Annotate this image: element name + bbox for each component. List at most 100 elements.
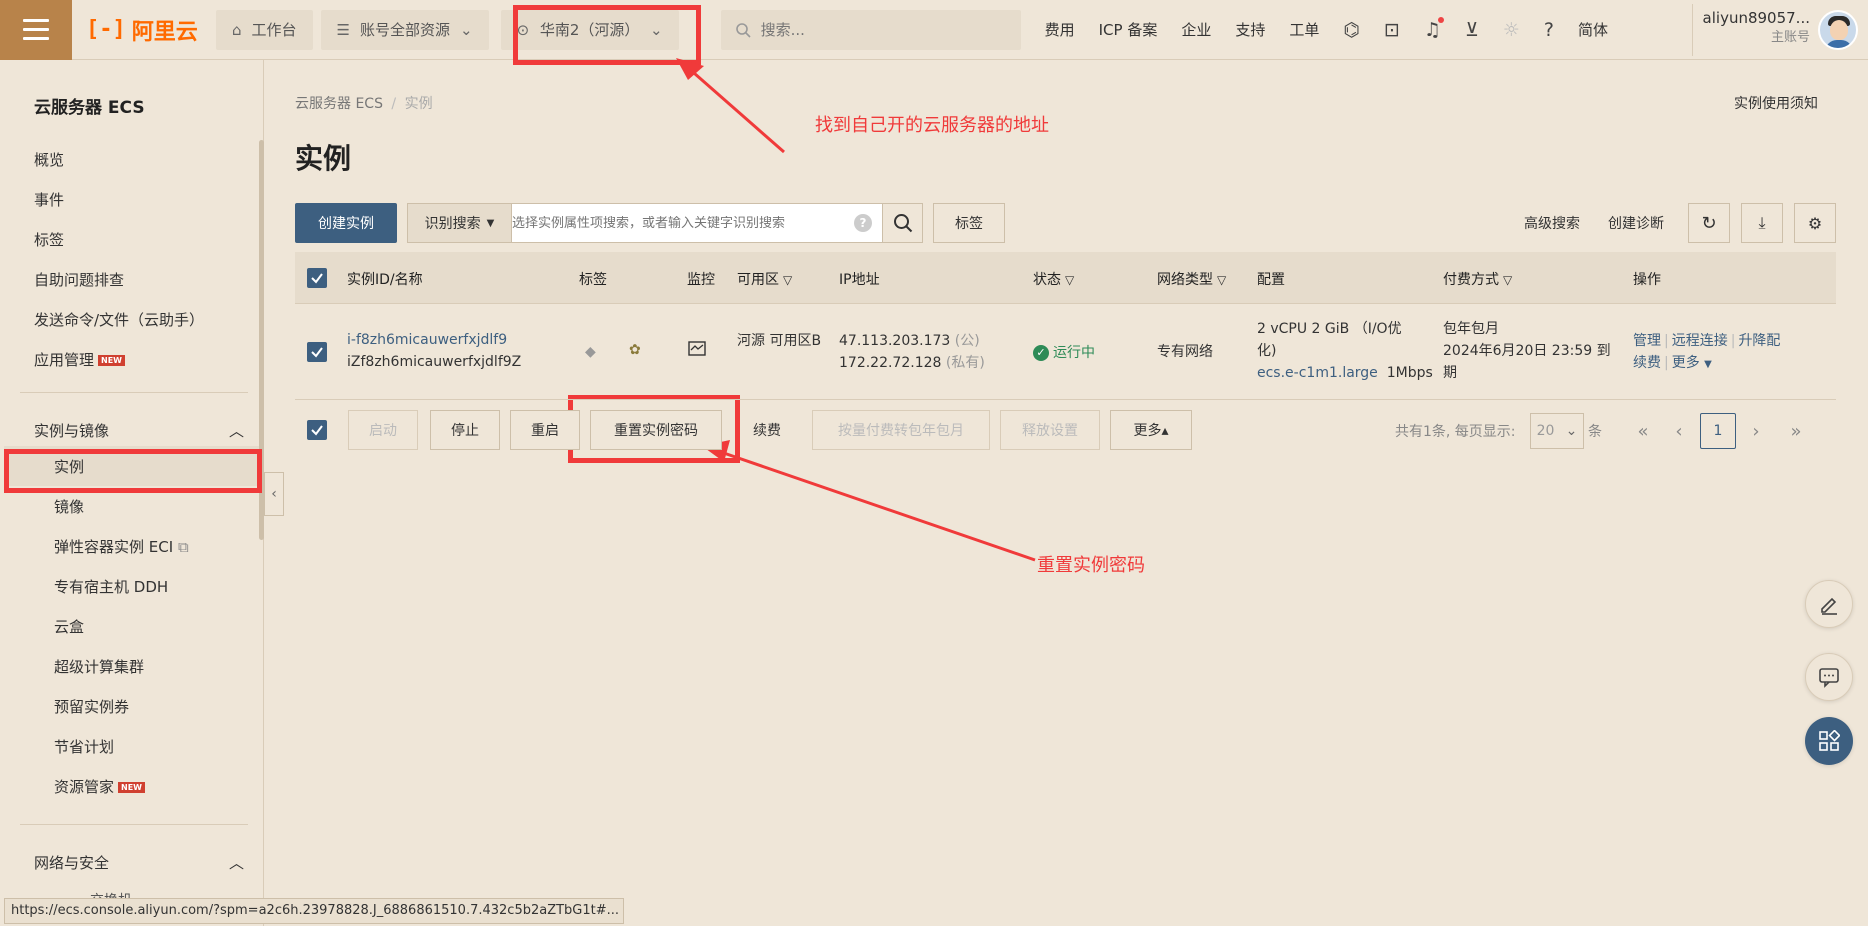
col-actions: 操作 [1633,272,1661,288]
double-chevron-right-icon: » [1790,420,1802,442]
table-header: 实例ID/名称 标签 监控 可用区 ▽ IP地址 状态 ▽ 网络类型 ▽ 配置 付费方… [295,252,1836,304]
gear-icon: ⚙ [1807,213,1823,233]
last-page-button[interactable]: » [1778,413,1814,449]
annotation-find-server: 找到自己开的云服务器的地址 [815,115,1049,136]
col-network[interactable]: 网络类型 ▽ [1157,269,1226,289]
upgrade-link[interactable]: 升降配 [1738,333,1780,349]
manage-link[interactable]: 管理 [1633,333,1661,349]
col-ip: IP地址 [839,272,880,288]
stop-button[interactable]: 停止 [430,410,500,450]
row-checkbox[interactable] [307,342,327,362]
instance-type-link[interactable]: ecs.e-c1m1.large [1257,365,1378,381]
renew-button[interactable]: 续费 [732,410,802,450]
breadcrumb-root[interactable]: 云服务器 ECS [295,96,383,112]
filter-icon[interactable]: ▽ [783,273,792,287]
bulk-select-checkbox[interactable] [307,420,327,440]
refresh-button[interactable]: ↻ [1688,203,1730,243]
chevron-down-icon: ⌄ [1565,423,1578,439]
col-billing[interactable]: 付费方式 ▽ [1443,269,1512,289]
reset-password-button[interactable]: 重置实例密码 [590,410,722,450]
tag-icon[interactable]: ◆ [585,341,596,363]
public-ip: 47.113.203.173 [839,333,951,349]
more-dropdown[interactable]: 更多 ▼ [1672,355,1712,371]
instance-id-link[interactable]: i-f8zh6micauwerfxjdlf9 [347,329,521,351]
billing-expiry: 2024年6月20日 23:59 到期 [1443,343,1611,381]
breadcrumb-current: 实例 [404,96,433,112]
chat-button[interactable] [1805,653,1853,701]
instance-filter-input[interactable] [512,215,854,231]
advanced-search-link[interactable]: 高级搜索 [1524,213,1580,233]
tag-filter-button[interactable]: 标签 [933,203,1005,243]
bandwidth: 1Mbps [1386,365,1433,381]
col-billing-label: 付费方式 [1443,272,1499,288]
billing-cell: 包年包月 2024年6月20日 23:59 到期 [1443,318,1623,384]
filter-icon[interactable]: ▽ [1065,273,1074,287]
instance-id-cell: i-f8zh6micauwerfxjdlf9 iZf8zh6micauwerfx… [347,329,521,373]
download-icon: ⤓ [1758,213,1766,232]
release-settings-button[interactable]: 释放设置 [1000,410,1100,450]
col-instance-id: 实例ID/名称 [347,272,423,288]
col-zone-label: 可用区 [737,272,779,288]
col-status-label: 状态 [1033,272,1061,288]
page-title: 实例 [295,142,352,175]
config-spec-cont: 化) [1257,343,1277,359]
chevron-right-icon: › [1752,420,1760,442]
start-button[interactable]: 启动 [348,410,418,450]
ip-cell: 47.113.203.173 (公) 172.22.72.128 (私有) [839,330,985,374]
check-circle-icon: ✓ [1033,345,1049,361]
network-type-cell: 专有网络 [1157,344,1213,360]
create-instance-button[interactable]: 创建实例 [295,203,397,243]
breadcrumb: 云服务器 ECS / 实例 [295,93,433,113]
chat-icon [1819,668,1839,688]
search-button[interactable] [883,203,923,243]
page-size-select[interactable]: 20 ⌄ [1530,413,1584,449]
prev-page-button[interactable]: ‹ [1661,413,1697,449]
status-badge: ✓ 运行中 [1033,341,1095,364]
search-type-label: 识别搜索 [424,216,481,232]
instance-filter[interactable]: ? [511,203,883,243]
renew-link[interactable]: 续费 [1633,355,1661,371]
filter-icon[interactable]: ▽ [1503,273,1512,287]
create-diagnosis-link[interactable]: 创建诊断 [1608,213,1664,233]
instance-name: iZf8zh6micauwerfxjdlf9Z [347,354,522,370]
next-page-button[interactable]: › [1738,413,1774,449]
breadcrumb-separator: / [391,96,397,112]
private-ip-tag: (私有) [945,355,985,371]
feedback-button[interactable] [1805,580,1853,628]
chevron-left-icon: ‹ [1675,420,1683,442]
tag-colorful-icon[interactable]: ✿ [629,339,641,361]
col-config: 配置 [1257,272,1285,288]
refresh-icon: ↻ [1701,212,1717,234]
more-label: 更多 [1671,355,1700,371]
annotation-reset-password: 重置实例密码 [1037,555,1145,576]
search-type-dropdown[interactable]: 识别搜索 ▼ [407,203,511,243]
remote-connect-link[interactable]: 远程连接 [1672,333,1728,349]
current-page[interactable]: 1 [1700,413,1736,449]
col-zone[interactable]: 可用区 ▽ [737,269,792,289]
annotation-arrows [676,58,1036,562]
instance-notice-link[interactable]: 实例使用须知 [1734,93,1818,113]
first-page-button[interactable]: « [1625,413,1661,449]
monitor-icon[interactable] [688,340,706,365]
download-button[interactable]: ⤓ [1741,203,1783,243]
help-icon[interactable]: ? [854,214,872,232]
col-tags: 标签 [579,272,607,288]
convert-billing-button[interactable]: 按量付费转包年包月 [812,410,990,450]
config-cell: 2 vCPU 2 GiB （I/O优 化) ecs.e-c1m1.large 1… [1257,318,1437,384]
edit-icon [1821,597,1837,615]
col-status[interactable]: 状态 ▽ [1033,269,1074,289]
filter-icon[interactable]: ▽ [1217,273,1226,287]
restart-button[interactable]: 重启 [510,410,580,450]
double-chevron-left-icon: « [1637,420,1649,442]
page-size-value: 20 [1536,423,1555,439]
status-text: 运行中 [1053,345,1095,361]
select-all-checkbox[interactable] [307,268,327,288]
apps-button[interactable] [1805,717,1853,765]
more-actions-button[interactable]: 更多▴ [1110,410,1192,450]
pager-summary: 共有1条, 每页显示: [1395,424,1516,440]
caret-down-icon: ▼ [486,217,495,229]
billing-type: 包年包月 [1443,321,1499,337]
config-spec: 2 vCPU 2 GiB （I/O优 [1257,321,1402,337]
settings-button[interactable]: ⚙ [1794,203,1836,243]
private-ip: 172.22.72.128 [839,355,942,371]
